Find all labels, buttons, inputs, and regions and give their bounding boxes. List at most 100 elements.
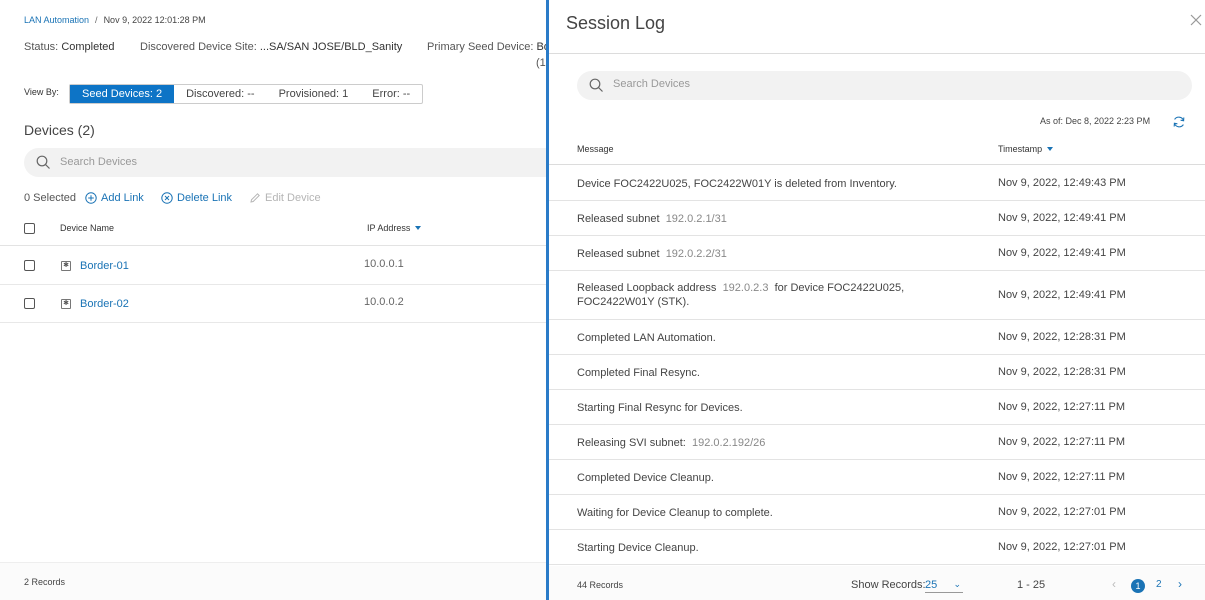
page-2-button[interactable]: 2 xyxy=(1156,579,1162,590)
device-name-link[interactable]: Border-01 xyxy=(80,260,129,272)
refresh-icon[interactable] xyxy=(1172,115,1186,129)
tab-provisioned[interactable]: Provisioned: 1 xyxy=(267,85,361,103)
log-timestamp: Nov 9, 2022, 12:28:31 PM xyxy=(998,366,1126,378)
show-records-label: Show Records: xyxy=(851,579,926,591)
session-log-table-header: Message Timestamp xyxy=(549,133,1205,165)
add-link-button[interactable]: Add Link xyxy=(85,192,144,204)
log-row: Starting Device Cleanup. Nov 9, 2022, 12:… xyxy=(549,530,1205,565)
log-message: Completed Final Resync. xyxy=(577,366,937,380)
col-timestamp[interactable]: Timestamp xyxy=(998,144,1054,154)
table-row[interactable]: ✱ Border-02 10.0.0.2 xyxy=(0,285,548,323)
site-label: Discovered Device Site: xyxy=(140,41,257,53)
x-circle-icon xyxy=(161,192,173,204)
log-row: Starting Final Resync for Devices. Nov 9,… xyxy=(549,390,1205,425)
log-timestamp: Nov 9, 2022, 12:49:43 PM xyxy=(998,177,1126,189)
breadcrumb-separator: / xyxy=(95,15,98,25)
status-value: Completed xyxy=(61,41,115,53)
seed-value-overflow: (1 xyxy=(536,57,546,69)
log-ip-value: 192.0.2.2/31 xyxy=(665,248,727,260)
col-message[interactable]: Message xyxy=(577,144,614,154)
site-field: Discovered Device Site: ...SA/SAN JOSE/B… xyxy=(140,41,402,53)
log-timestamp: Nov 9, 2022, 12:49:41 PM xyxy=(998,289,1126,301)
log-timestamp: Nov 9, 2022, 12:27:01 PM xyxy=(998,506,1126,518)
log-timestamp: Nov 9, 2022, 12:27:11 PM xyxy=(998,471,1125,483)
log-timestamp: Nov 9, 2022, 12:49:41 PM xyxy=(998,247,1126,259)
sort-caret-icon xyxy=(415,226,422,230)
col-ip-address[interactable]: IP Address xyxy=(367,223,422,233)
view-by-tabs: Seed Devices: 2 Discovered: -- Provision… xyxy=(69,84,424,104)
next-page-icon[interactable]: › xyxy=(1178,577,1182,591)
tab-seed-devices[interactable]: Seed Devices: 2 xyxy=(70,85,175,103)
delete-link-button[interactable]: Delete Link xyxy=(161,192,232,204)
log-row: Completed Final Resync. Nov 9, 2022, 12:2… xyxy=(549,355,1205,390)
session-log-search-input[interactable] xyxy=(613,78,1173,90)
devices-title: Devices (2) xyxy=(24,122,95,138)
log-row: Completed LAN Automation. Nov 9, 2022, 12… xyxy=(549,320,1205,355)
drawer-divider xyxy=(549,53,1205,54)
log-message: Completed LAN Automation. xyxy=(577,331,937,345)
seed-label: Primary Seed Device: xyxy=(427,41,534,53)
chevron-down-icon: ⌄ xyxy=(953,579,961,589)
devices-search[interactable]: Search Devices xyxy=(24,148,548,177)
log-message: Released Loopback address 192.0.2.3 for … xyxy=(577,281,937,309)
log-message: Released subnet 192.0.2.1/31 xyxy=(577,212,937,226)
tab-error[interactable]: Error: -- xyxy=(360,85,422,103)
row-checkbox[interactable] xyxy=(24,260,35,271)
session-log-search[interactable] xyxy=(577,71,1192,100)
log-message-text: Completed Final Resync. xyxy=(577,367,700,379)
row-checkbox[interactable] xyxy=(24,298,35,309)
table-row[interactable]: ✱ Border-01 10.0.0.1 xyxy=(0,247,548,285)
log-message-text: Releasing SVI subnet: xyxy=(577,437,686,449)
as-of-timestamp: As of: Dec 8, 2022 2:23 PM xyxy=(1040,116,1151,126)
session-log-drawer: Session Log As of: Dec 8, 2022 2:23 PM M… xyxy=(546,0,1205,600)
tab-discovered[interactable]: Discovered: -- xyxy=(174,85,266,103)
log-row: Released subnet 192.0.2.1/31 Nov 9, 2022,… xyxy=(549,201,1205,236)
log-timestamp: Nov 9, 2022, 12:27:11 PM xyxy=(998,401,1125,413)
close-icon[interactable] xyxy=(1189,13,1203,27)
log-message-text: Starting Device Cleanup. xyxy=(577,542,699,554)
device-icon: ✱ xyxy=(61,261,71,271)
breadcrumb-timestamp: Nov 9, 2022 12:01:28 PM xyxy=(103,15,206,25)
log-row: Released subnet 192.0.2.2/31 Nov 9, 2022,… xyxy=(549,236,1205,271)
edit-device-label: Edit Device xyxy=(265,192,321,204)
log-message-text: Released Loopback address xyxy=(577,282,717,294)
log-message-text: Completed Device Cleanup. xyxy=(577,472,714,484)
delete-link-label: Delete Link xyxy=(177,192,233,204)
status-field: Status: Completed xyxy=(24,41,115,53)
log-row: Released Loopback address 192.0.2.3 for … xyxy=(549,271,1205,320)
site-value: ...SA/SAN JOSE/BLD_Sanity xyxy=(259,41,403,53)
col-device-name[interactable]: Device Name xyxy=(60,223,114,233)
log-message: Completed Device Cleanup. xyxy=(577,471,937,485)
show-records-select[interactable]: 25 ⌄ xyxy=(925,575,963,593)
log-row: Waiting for Device Cleanup to complete. N… xyxy=(549,495,1205,530)
page-range: 1 - 25 xyxy=(1017,579,1046,591)
log-message: Starting Final Resync for Devices. xyxy=(577,401,937,415)
log-message-text: Device FOC2422U025, FOC2422W01Y is delet… xyxy=(577,178,897,190)
col-ip-address-label: IP Address xyxy=(367,223,411,233)
log-message-text: Starting Final Resync for Devices. xyxy=(577,402,743,414)
breadcrumb-lan-automation-link[interactable]: LAN Automation xyxy=(24,15,89,25)
device-ip: 10.0.0.2 xyxy=(364,296,404,308)
search-icon xyxy=(589,78,603,92)
edit-device-button[interactable]: Edit Device xyxy=(249,192,321,204)
log-message: Released subnet 192.0.2.2/31 xyxy=(577,247,937,261)
prev-page-icon[interactable]: ‹ xyxy=(1112,577,1116,591)
log-message-text: Released subnet xyxy=(577,213,660,225)
log-message-text: Released subnet xyxy=(577,248,660,260)
log-message-text: Completed LAN Automation. xyxy=(577,332,716,344)
status-label: Status: xyxy=(24,41,59,53)
col-timestamp-label: Timestamp xyxy=(998,144,1043,154)
log-message: Device FOC2422U025, FOC2422W01Y is delet… xyxy=(577,177,937,191)
sort-caret-icon xyxy=(1047,147,1054,151)
session-log-record-count: 44 Records xyxy=(577,580,624,590)
page-1-button[interactable]: 1 xyxy=(1131,579,1145,593)
device-ip: 10.0.0.1 xyxy=(364,258,404,270)
select-all-checkbox[interactable] xyxy=(24,223,35,234)
selected-count: 0 Selected xyxy=(24,192,76,204)
log-timestamp: Nov 9, 2022, 12:28:31 PM xyxy=(998,331,1126,343)
log-message: Releasing SVI subnet: 192.0.2.192/26 xyxy=(577,436,937,450)
log-message: Starting Device Cleanup. xyxy=(577,541,937,555)
view-by-label: View By: xyxy=(24,87,59,97)
device-name-link[interactable]: Border-02 xyxy=(80,298,129,310)
log-message: Waiting for Device Cleanup to complete. xyxy=(577,506,937,520)
